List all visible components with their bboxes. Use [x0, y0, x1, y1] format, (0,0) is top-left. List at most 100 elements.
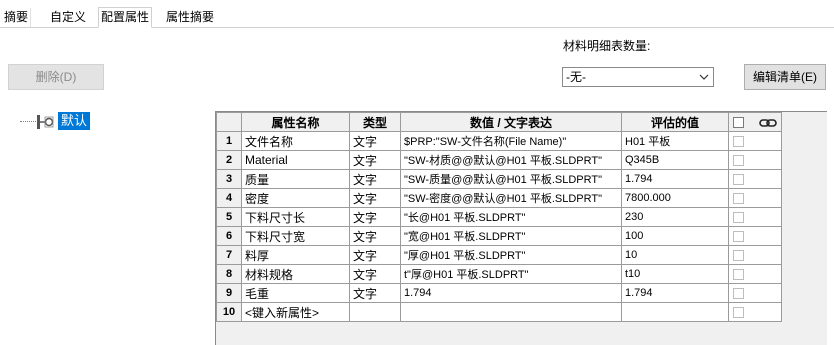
link-checkbox[interactable]: [733, 136, 744, 148]
property-type-cell[interactable]: 文字: [349, 226, 401, 246]
row-number: 5: [216, 207, 242, 227]
evaluated-value-cell: H01 平板: [621, 131, 729, 151]
tab-configuration-properties[interactable]: 配置属性: [98, 7, 153, 28]
property-name-cell[interactable]: 文件名称: [241, 131, 350, 151]
bom-quantity-select[interactable]: -无-: [562, 67, 714, 87]
property-value-cell[interactable]: "SW-密度@@默认@H01 平板.SLDPRT": [400, 188, 622, 208]
link-checkbox-cell: [728, 283, 782, 303]
evaluated-value-cell: t10: [621, 264, 729, 284]
table-header-row: 属性名称 类型 数值 / 文字表达 评估的值: [216, 112, 782, 132]
header-checkbox[interactable]: [733, 117, 744, 129]
header-type[interactable]: 类型: [349, 112, 401, 132]
property-type-cell[interactable]: 文字: [349, 131, 401, 151]
property-name-cell[interactable]: 材料规格: [241, 264, 350, 284]
bom-quantity-label: 材料明细表数量:: [563, 39, 651, 53]
property-value-cell[interactable]: 1.794: [400, 283, 622, 303]
link-checkbox[interactable]: [733, 193, 744, 205]
link-checkbox[interactable]: [733, 250, 744, 262]
property-value-cell[interactable]: t"厚@H01 平板.SLDPRT": [400, 264, 622, 284]
property-type-cell[interactable]: [349, 302, 401, 322]
row-number: 9: [216, 283, 242, 303]
edit-list-button[interactable]: 编辑清单(E): [744, 64, 826, 90]
link-checkbox-cell: [728, 207, 782, 227]
link-checkbox[interactable]: [733, 155, 744, 167]
tree-connector: [20, 121, 36, 122]
property-value-cell[interactable]: "宽@H01 平板.SLDPRT": [400, 226, 622, 246]
evaluated-value-cell: Q345B: [621, 150, 729, 170]
link-checkbox[interactable]: [733, 269, 744, 281]
row-number: 8: [216, 264, 242, 284]
header-value-expression[interactable]: 数值 / 文字表达: [400, 112, 622, 132]
table-row[interactable]: 9 毛重 文字 1.794 1.794: [216, 283, 782, 303]
evaluated-value-cell: 1.794: [621, 283, 729, 303]
table-row[interactable]: 8 材料规格 文字 t"厚@H01 平板.SLDPRT" t10: [216, 264, 782, 284]
link-checkbox-cell: [728, 188, 782, 208]
link-checkbox-cell: [728, 264, 782, 284]
row-number: 6: [216, 226, 242, 246]
property-name-cell[interactable]: 料厚: [241, 245, 350, 265]
property-name-cell[interactable]: 下料尺寸宽: [241, 226, 350, 246]
link-checkbox-cell: [728, 226, 782, 246]
evaluated-value-cell: [621, 302, 729, 322]
table-row[interactable]: 4 密度 文字 "SW-密度@@默认@H01 平板.SLDPRT" 7800.0…: [216, 188, 782, 208]
property-value-cell[interactable]: [400, 302, 622, 322]
table-row[interactable]: 5 下料尺寸长 文字 "长@H01 平板.SLDPRT" 230: [216, 207, 782, 227]
link-checkbox-cell: [728, 169, 782, 189]
property-type-cell[interactable]: 文字: [349, 188, 401, 208]
delete-button[interactable]: 删除(D): [8, 64, 104, 90]
tab-summary[interactable]: 摘要: [2, 8, 32, 27]
link-checkbox[interactable]: [733, 174, 744, 186]
table-row-new[interactable]: 10 <键入新属性>: [216, 302, 782, 322]
bom-quantity-value: -无-: [566, 70, 586, 84]
header-link-column: [728, 112, 782, 132]
property-type-cell[interactable]: 文字: [349, 169, 401, 189]
link-icon[interactable]: [759, 117, 778, 129]
property-type-cell[interactable]: 文字: [349, 150, 401, 170]
row-number: 7: [216, 245, 242, 265]
property-name-cell[interactable]: 毛重: [241, 283, 350, 303]
link-checkbox-cell: [728, 245, 782, 265]
row-number: 3: [216, 169, 242, 189]
table-row[interactable]: 1 文件名称 文字 $PRP:"SW-文件名称(File Name)" H01 …: [216, 131, 782, 151]
property-type-cell[interactable]: 文字: [349, 207, 401, 227]
link-checkbox[interactable]: [733, 307, 744, 319]
property-name-cell[interactable]: 密度: [241, 188, 350, 208]
tab-properties-summary[interactable]: 属性摘要: [164, 8, 216, 27]
property-value-cell[interactable]: "长@H01 平板.SLDPRT": [400, 207, 622, 227]
property-name-cell[interactable]: 质量: [241, 169, 350, 189]
link-checkbox-cell: [728, 150, 782, 170]
property-type-cell[interactable]: 文字: [349, 245, 401, 265]
property-value-cell[interactable]: "SW-材质@@默认@H01 平板.SLDPRT": [400, 150, 622, 170]
property-type-cell[interactable]: 文字: [349, 283, 401, 303]
link-checkbox[interactable]: [733, 212, 744, 224]
property-name-cell[interactable]: Material: [241, 150, 350, 170]
table-row[interactable]: 6 下料尺寸宽 文字 "宽@H01 平板.SLDPRT" 100: [216, 226, 782, 246]
link-checkbox[interactable]: [733, 231, 744, 243]
header-property-name[interactable]: 属性名称: [241, 112, 350, 132]
tab-bar: 摘要 自定义 配置属性 属性摘要: [0, 7, 834, 28]
property-value-cell[interactable]: "厚@H01 平板.SLDPRT": [400, 245, 622, 265]
header-evaluated-value[interactable]: 评估的值: [621, 112, 729, 132]
evaluated-value-cell: 100: [621, 226, 729, 246]
property-value-cell[interactable]: $PRP:"SW-文件名称(File Name)": [400, 131, 622, 151]
new-property-cell[interactable]: <键入新属性>: [241, 302, 350, 322]
table-row[interactable]: 7 料厚 文字 "厚@H01 平板.SLDPRT" 10: [216, 245, 782, 265]
evaluated-value-cell: 230: [621, 207, 729, 227]
table-corner-cell: [216, 112, 242, 132]
row-number: 4: [216, 188, 242, 208]
link-checkbox[interactable]: [733, 288, 744, 300]
evaluated-value-cell: 7800.000: [621, 188, 729, 208]
row-number: 10: [216, 302, 242, 322]
property-value-cell[interactable]: "SW-质量@@默认@H01 平板.SLDPRT": [400, 169, 622, 189]
table-row[interactable]: 2 Material 文字 "SW-材质@@默认@H01 平板.SLDPRT" …: [216, 150, 782, 170]
property-name-cell[interactable]: 下料尺寸长: [241, 207, 350, 227]
property-type-cell[interactable]: 文字: [349, 264, 401, 284]
chevron-down-icon: [699, 74, 709, 80]
tab-custom[interactable]: 自定义: [48, 8, 88, 27]
evaluated-value-cell: 10: [621, 245, 729, 265]
row-number: 1: [216, 131, 242, 151]
link-checkbox-cell: [728, 131, 782, 151]
configuration-default[interactable]: 默认: [58, 112, 91, 130]
evaluated-value-cell: 1.794: [621, 169, 729, 189]
table-row[interactable]: 3 质量 文字 "SW-质量@@默认@H01 平板.SLDPRT" 1.794: [216, 169, 782, 189]
